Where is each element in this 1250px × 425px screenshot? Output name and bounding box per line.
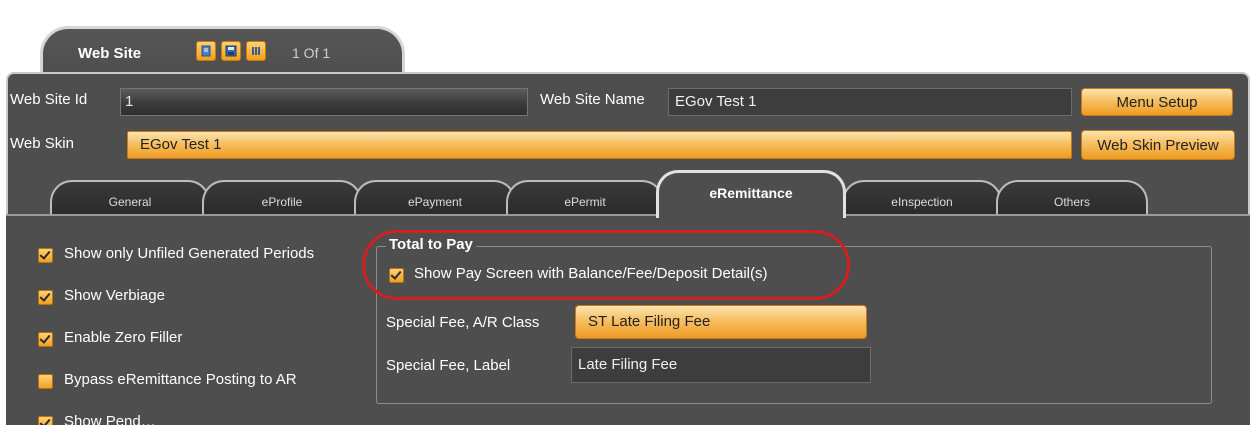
columns-icon[interactable]: [246, 41, 266, 61]
tab-epayment[interactable]: ePayment: [354, 180, 516, 216]
special-fee-label-label: Special Fee, Label: [386, 357, 511, 374]
web-site-name-input[interactable]: EGov Test 1: [668, 88, 1072, 116]
option-verbiage-label: Show Verbiage: [64, 287, 165, 304]
web-site-id-label: Web Site Id: [10, 91, 88, 108]
web-site-window: Web Site 1 Of 1 Web Site Id 1 Web Site N…: [0, 0, 1250, 425]
option-pend-checkbox[interactable]: [38, 416, 53, 425]
option-zero-filler-checkbox[interactable]: [38, 332, 53, 347]
web-skin-preview-button[interactable]: Web Skin Preview: [1081, 130, 1235, 160]
option-zero-filler-label: Enable Zero Filler: [64, 329, 183, 346]
web-site-id-input[interactable]: 1: [120, 88, 528, 116]
web-skin-label: Web Skin: [10, 135, 74, 152]
special-fee-class-select[interactable]: ST Late Filing Fee: [575, 305, 867, 339]
option-bypass-posting-checkbox[interactable]: [38, 374, 53, 389]
special-fee-label-input[interactable]: Late Filing Fee: [571, 347, 871, 383]
save-icon[interactable]: [221, 41, 241, 61]
web-site-name-label: Web Site Name: [540, 91, 645, 108]
tab-others[interactable]: Others: [996, 180, 1148, 216]
menu-setup-button[interactable]: Menu Setup: [1081, 88, 1233, 116]
option-verbiage-checkbox[interactable]: [38, 290, 53, 305]
option-unfiled-periods-checkbox[interactable]: [38, 248, 53, 263]
highlight-annotation: [362, 230, 850, 300]
tab-epermit[interactable]: ePermit: [506, 180, 664, 216]
tab-eremittance[interactable]: eRemittance: [656, 170, 846, 218]
option-bypass-posting-label: Bypass eRemittance Posting to AR: [64, 371, 297, 388]
new-record-icon[interactable]: [196, 41, 216, 61]
tab-general[interactable]: General: [50, 180, 210, 216]
web-skin-select[interactable]: EGov Test 1: [127, 131, 1072, 159]
tab-eprofile[interactable]: eProfile: [202, 180, 362, 216]
special-fee-class-label: Special Fee, A/R Class: [386, 314, 540, 331]
option-unfiled-periods-label: Show only Unfiled Generated Periods: [64, 245, 315, 262]
web-site-tab-title: Web Site: [78, 45, 142, 62]
option-pend-label: Show Pend…: [64, 413, 156, 425]
record-pager: 1 Of 1: [292, 45, 331, 61]
tab-einspection[interactable]: eInspection: [842, 180, 1002, 216]
